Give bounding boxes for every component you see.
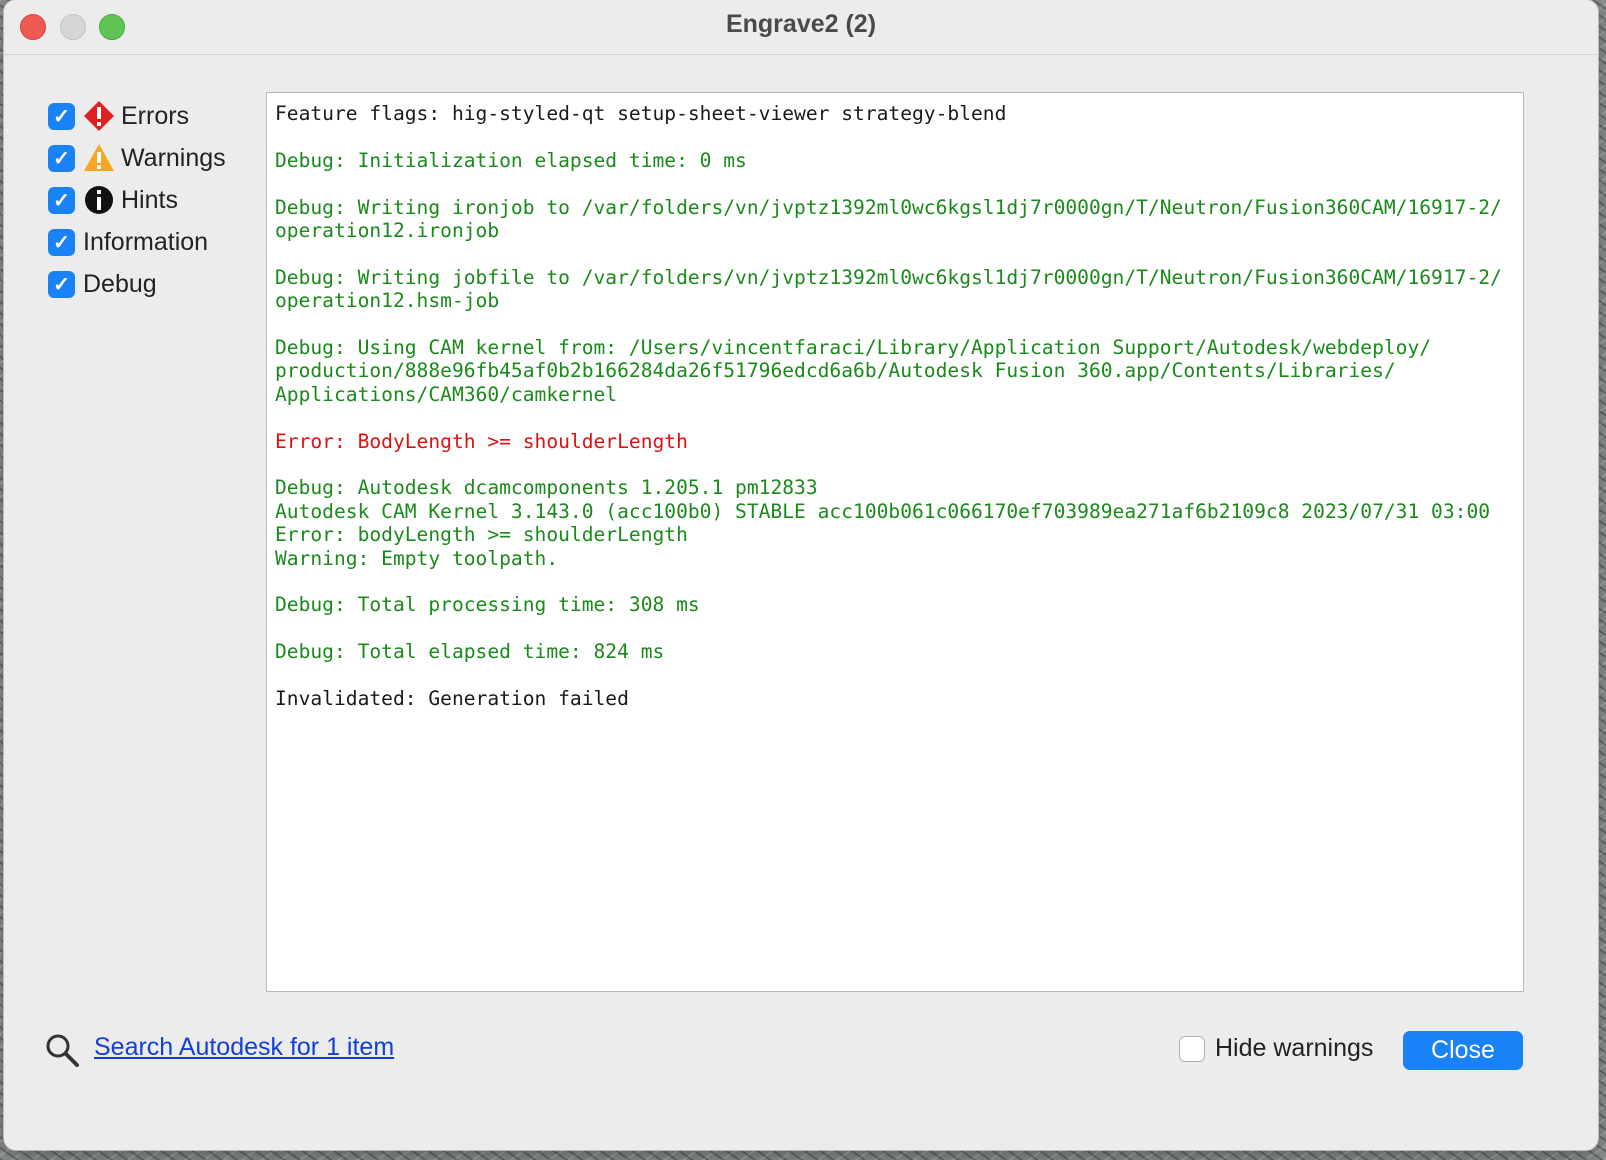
log-entry: Debug: Writing ironjob to /var/folders/v… (275, 195, 1502, 242)
log-dialog: Engrave2 (2) ✓ Errors ✓ Warnings ✓ Hints… (4, 0, 1598, 1150)
hints-checkbox[interactable]: ✓ (48, 186, 75, 214)
close-button[interactable]: Close (1403, 1031, 1523, 1070)
hide-warnings-checkbox[interactable] (1179, 1036, 1205, 1062)
info-circle-icon (83, 184, 115, 216)
log-entry: Debug: Writing jobfile to /var/folders/v… (275, 265, 1502, 313)
log-entry: Debug: Initialization elapsed time: 0 ms (275, 148, 747, 172)
filter-hints[interactable]: ✓ Hints (48, 179, 226, 221)
filter-label: Debug (83, 269, 157, 298)
error-diamond-icon (83, 100, 115, 132)
log-entry: Error: BodyLength >= shoulderLength (275, 429, 688, 453)
warnings-checkbox[interactable]: ✓ (48, 144, 75, 172)
log-entry: Debug: Using CAM kernel from: /Users/vin… (275, 336, 1432, 406)
filter-debug[interactable]: ✓ Debug (48, 263, 226, 305)
window-title: Engrave2 (2) (725, 10, 877, 38)
filter-label: Errors (121, 101, 190, 130)
filter-label: Hints (121, 185, 178, 214)
log-entry: Debug: Autodesk dcamcomponents 1.205.1 p… (275, 476, 1491, 570)
filter-label: Information (83, 227, 209, 256)
log-output[interactable]: Feature flags: hig-styled-qt setup-sheet… (266, 92, 1524, 992)
filter-information[interactable]: ✓ Information (48, 221, 226, 263)
hide-warnings-label[interactable]: Hide warnings (1215, 1034, 1373, 1063)
log-entry: Invalidated: Generation failed (275, 687, 629, 711)
search-icon (46, 1034, 79, 1067)
filter-label: Warnings (121, 143, 226, 172)
debug-checkbox[interactable]: ✓ (48, 270, 75, 298)
filter-warnings[interactable]: ✓ Warnings (48, 137, 226, 179)
warning-triangle-icon (83, 142, 115, 174)
information-checkbox[interactable]: ✓ (48, 228, 75, 256)
log-entry: Debug: Total processing time: 308 ms (275, 593, 700, 617)
log-entry: Feature flags: hig-styled-qt setup-sheet… (275, 102, 1007, 125)
log-entry: Debug: Total elapsed time: 824 ms (275, 640, 665, 664)
filter-panel: ✓ Errors ✓ Warnings ✓ Hints ✓ Informatio… (48, 95, 226, 305)
title-bar[interactable]: Engrave2 (2) (4, 0, 1598, 55)
search-autodesk-link[interactable]: Search Autodesk for 1 item (94, 1033, 394, 1062)
errors-checkbox[interactable]: ✓ (48, 102, 75, 130)
filter-errors[interactable]: ✓ Errors (48, 95, 226, 137)
